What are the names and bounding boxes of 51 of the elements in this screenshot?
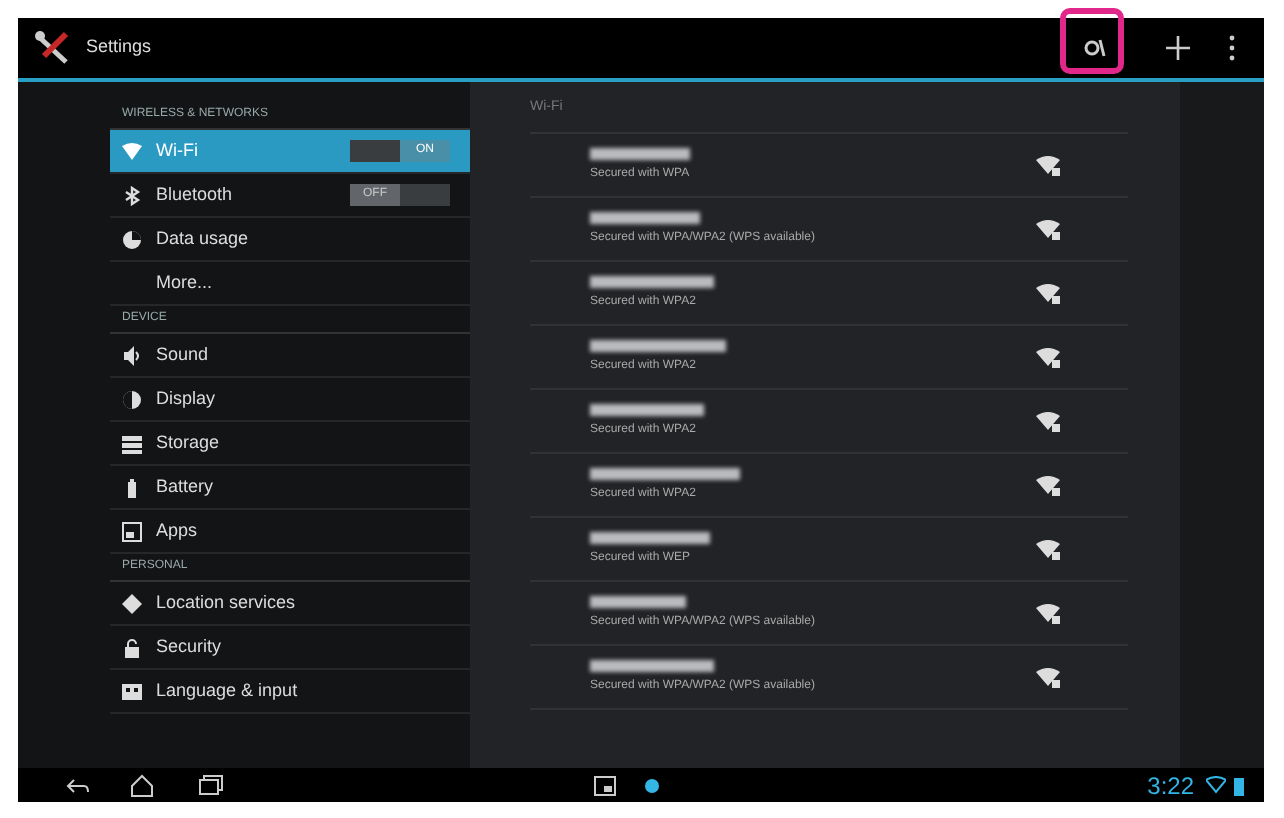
settings-item[interactable]: Apps [110,510,470,554]
wifi-lock-icon [1036,218,1060,240]
screenshot-icon[interactable] [594,775,616,795]
wifi-lock-icon [1036,346,1060,368]
settings-item[interactable]: Location services [110,582,470,626]
location-icon [122,593,142,613]
home-icon[interactable] [130,773,154,797]
blurred-network-name [590,147,690,159]
add-icon[interactable] [1164,34,1192,62]
wifi-signal-icon [1206,776,1226,794]
blurred-network-name [590,531,710,543]
apps-icon [122,521,142,541]
tools-icon [34,30,74,66]
action-bar-title: Settings [86,34,152,61]
settings-item[interactable]: Storage [110,422,470,466]
keyboard-icon [122,681,142,701]
blurred-network-name [590,275,714,287]
settings-item[interactable]: Language & input [110,670,470,714]
storage-icon [122,433,142,453]
settings-item[interactable]: Sound [110,334,470,378]
blurred-network-name [590,339,726,351]
settings-item[interactable]: Data usage [110,218,470,262]
wifi-lock-icon [1036,602,1060,624]
wifi-lock-icon [1036,538,1060,560]
wifi-lock-icon [1036,410,1060,432]
speaker-icon [122,345,142,365]
back-icon[interactable] [66,775,90,795]
app-dot-icon[interactable] [644,777,660,793]
recent-apps-icon[interactable] [198,774,224,796]
brightness-icon [122,389,142,409]
padlock-icon [122,637,142,657]
wifi-lock-icon [1036,474,1060,496]
blurred-network-name [590,595,686,607]
settings-item[interactable]: Security [110,626,470,670]
settings-item[interactable]: Battery [110,466,470,510]
wifi-lock-icon [1036,666,1060,688]
wifi-icon [122,141,142,161]
blurred-network-name [590,659,714,671]
highlight-frame [1060,8,1124,74]
blurred-network-name [590,211,700,223]
wps-icon[interactable] [1082,34,1108,62]
blurred-network-name [590,403,704,415]
battery-icon [1234,775,1244,795]
wifi-lock-icon [1036,154,1060,176]
pie-chart-icon [122,229,142,249]
clock-time: 3:22 [1147,769,1194,803]
overflow-menu-icon[interactable] [1228,34,1236,62]
battery-icon [122,477,142,497]
wifi-lock-icon [1036,282,1060,304]
bluetooth-icon [122,185,142,205]
settings-item[interactable]: Display [110,378,470,422]
